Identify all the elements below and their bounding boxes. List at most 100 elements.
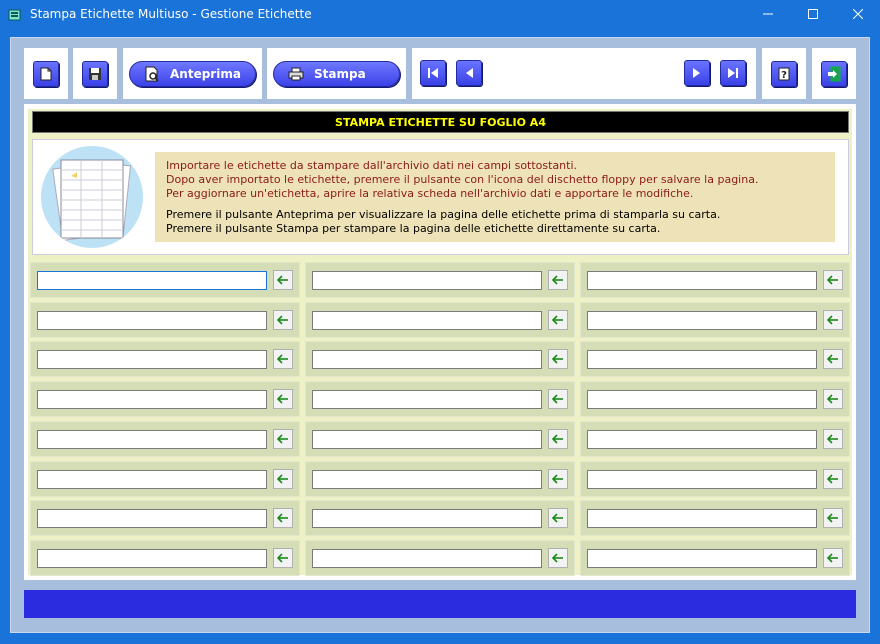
- import-label-button[interactable]: [548, 508, 568, 528]
- label-cell: [580, 461, 850, 497]
- arrow-left-icon: [552, 513, 564, 523]
- label-input[interactable]: [37, 430, 267, 449]
- import-label-button[interactable]: [273, 389, 293, 409]
- label-input[interactable]: [312, 430, 542, 449]
- label-input[interactable]: [587, 311, 817, 330]
- label-input[interactable]: [312, 470, 542, 489]
- close-icon: [852, 9, 863, 19]
- label-input[interactable]: [312, 311, 542, 330]
- label-input[interactable]: [37, 509, 267, 528]
- status-bar: [24, 590, 856, 618]
- label-input[interactable]: [587, 390, 817, 409]
- maximize-icon: [807, 9, 818, 19]
- import-label-button[interactable]: [548, 469, 568, 489]
- label-input[interactable]: [587, 470, 817, 489]
- app-icon: [8, 7, 22, 21]
- label-cell: [580, 302, 850, 338]
- label-input[interactable]: [587, 509, 817, 528]
- preview-button[interactable]: Anteprima: [129, 60, 256, 87]
- import-label-button[interactable]: [273, 508, 293, 528]
- print-label: Stampa: [314, 66, 366, 81]
- import-label-button[interactable]: [823, 548, 843, 568]
- arrow-left-icon: [277, 394, 289, 404]
- label-input[interactable]: [587, 430, 817, 449]
- label-input[interactable]: [37, 350, 267, 369]
- arrow-left-icon: [277, 275, 289, 285]
- label-input[interactable]: [37, 549, 267, 568]
- label-cell: [30, 381, 300, 417]
- previous-record-button[interactable]: [456, 60, 482, 86]
- label-cell: [30, 461, 300, 497]
- label-cell: [305, 540, 575, 576]
- section-header: STAMPA ETICHETTE SU FOGLIO A4: [32, 111, 849, 133]
- label-input[interactable]: [312, 390, 542, 409]
- print-button[interactable]: Stampa: [273, 60, 400, 87]
- label-input[interactable]: [312, 271, 542, 290]
- arrow-left-icon: [277, 354, 289, 364]
- arrow-left-icon: [552, 474, 564, 484]
- import-label-button[interactable]: [273, 469, 293, 489]
- label-input[interactable]: [37, 311, 267, 330]
- first-record-button[interactable]: [420, 60, 446, 86]
- arrow-left-icon: [552, 394, 564, 404]
- import-label-button[interactable]: [548, 270, 568, 290]
- label-cell: [305, 381, 575, 417]
- label-cell: [305, 461, 575, 497]
- label-input[interactable]: [37, 271, 267, 290]
- arrow-left-icon: [552, 354, 564, 364]
- import-label-button[interactable]: [548, 548, 568, 568]
- save-button[interactable]: [82, 60, 108, 87]
- maximize-button[interactable]: [790, 0, 835, 28]
- import-label-button[interactable]: [823, 349, 843, 369]
- close-button[interactable]: [835, 0, 880, 28]
- label-input[interactable]: [587, 350, 817, 369]
- label-row: [30, 262, 850, 298]
- import-label-button[interactable]: [823, 508, 843, 528]
- label-cell: [580, 500, 850, 536]
- label-row: [30, 341, 850, 377]
- label-input[interactable]: [587, 549, 817, 568]
- help-icon: ?: [778, 67, 790, 81]
- help-button[interactable]: ?: [771, 60, 797, 87]
- import-label-button[interactable]: [823, 389, 843, 409]
- import-label-button[interactable]: [548, 349, 568, 369]
- import-label-button[interactable]: [548, 429, 568, 449]
- import-label-button[interactable]: [548, 389, 568, 409]
- import-label-button[interactable]: [273, 349, 293, 369]
- first-icon: [428, 68, 438, 78]
- label-input[interactable]: [312, 350, 542, 369]
- import-label-button[interactable]: [823, 469, 843, 489]
- exit-door-icon: [828, 66, 841, 81]
- import-label-button[interactable]: [273, 429, 293, 449]
- arrow-left-icon: [827, 474, 839, 484]
- info-line-1: Importare le etichette da stampare dall'…: [166, 159, 578, 172]
- arrow-left-icon: [277, 513, 289, 523]
- label-input[interactable]: [587, 271, 817, 290]
- import-label-button[interactable]: [273, 270, 293, 290]
- next-icon: [693, 68, 700, 78]
- label-cell: [30, 500, 300, 536]
- minimize-icon: [762, 13, 773, 15]
- label-cell: [305, 262, 575, 298]
- label-input[interactable]: [37, 390, 267, 409]
- new-document-icon: [40, 67, 52, 80]
- import-label-button[interactable]: [273, 548, 293, 568]
- label-input[interactable]: [312, 509, 542, 528]
- import-label-button[interactable]: [548, 310, 568, 330]
- exit-button[interactable]: [821, 60, 847, 87]
- next-record-button[interactable]: [684, 60, 710, 86]
- minimize-button[interactable]: [745, 0, 790, 28]
- import-label-button[interactable]: [823, 310, 843, 330]
- last-record-button[interactable]: [720, 60, 746, 86]
- arrow-left-icon: [552, 553, 564, 563]
- info-line-2: Dopo aver importato le etichette, premer…: [166, 173, 759, 186]
- import-label-button[interactable]: [273, 310, 293, 330]
- new-button[interactable]: [33, 60, 59, 87]
- labels-sheet-illustration: [41, 146, 143, 248]
- import-label-button[interactable]: [823, 429, 843, 449]
- import-label-button[interactable]: [823, 270, 843, 290]
- arrow-left-icon: [277, 315, 289, 325]
- toolbar-cell-navigation: [412, 48, 756, 99]
- label-input[interactable]: [312, 549, 542, 568]
- label-input[interactable]: [37, 470, 267, 489]
